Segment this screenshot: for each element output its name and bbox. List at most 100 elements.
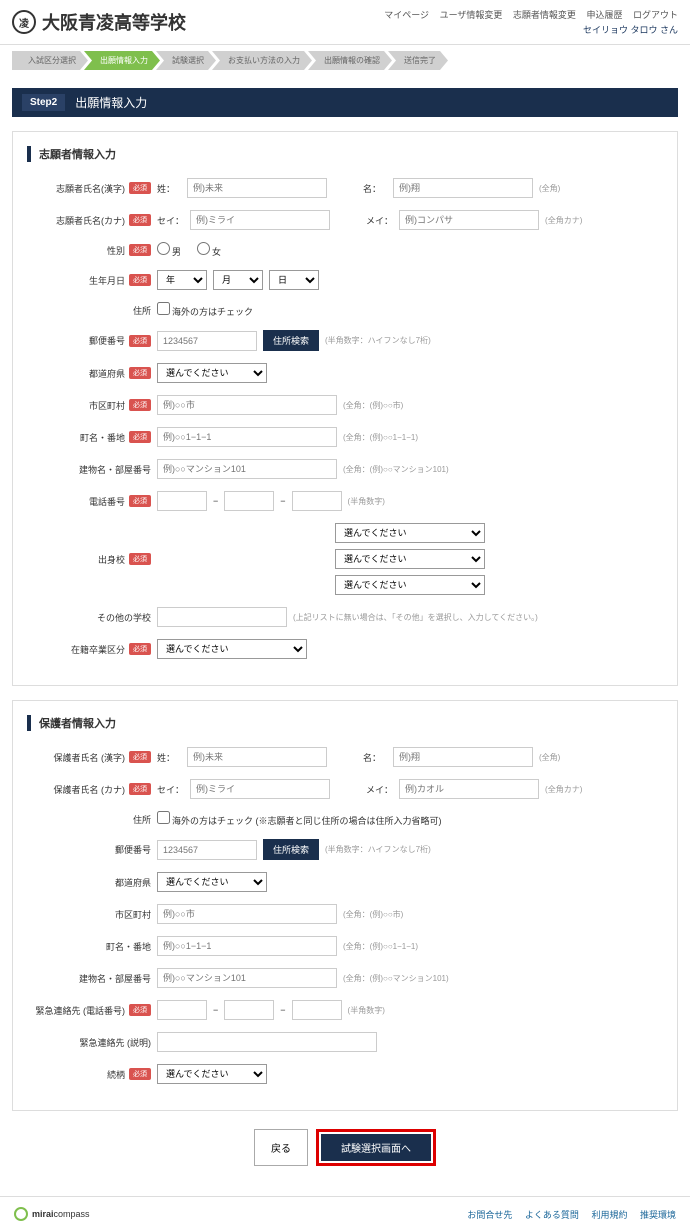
enrollment-label: 在籍卒業区分 [71,643,125,656]
required-badge: 必須 [129,399,151,411]
footer-faq[interactable]: よくある質問 [525,1210,579,1220]
mei-kana-input[interactable] [399,210,539,230]
school-name: 大阪青凌高等学校 [42,9,186,35]
footer-env[interactable]: 推奨環境 [640,1210,676,1220]
g-relation-select[interactable]: 選んでください [157,1064,267,1084]
step-2: 出願情報入力 [84,51,160,70]
mei-input[interactable] [393,178,533,198]
tel3-input[interactable] [292,491,342,511]
zip-input[interactable] [157,331,257,351]
next-button-highlight: 試験選択画面へ [316,1129,436,1166]
step-1: 入試区分選択 [12,51,88,70]
birth-day-select[interactable]: 日 [269,270,319,290]
g-overseas-checkbox[interactable] [157,811,170,824]
g-sei-kana-input[interactable] [190,779,330,799]
zip-hint: (半角数字：ハイフンなし7桁) [325,335,431,346]
step-3: 試験選択 [156,51,216,70]
overseas-checkbox[interactable] [157,302,170,315]
required-badge: 必須 [129,1068,151,1080]
footer-terms[interactable]: 利用規約 [591,1210,627,1220]
g-city-input[interactable] [157,904,337,924]
required-badge: 必須 [129,1004,151,1016]
g-town-label: 町名・番地 [106,940,151,953]
g-mei-kana-input[interactable] [399,779,539,799]
city-hint: (全角：(例)○○市) [343,400,403,411]
nav-applicant-edit[interactable]: 志願者情報変更 [513,10,576,20]
g-pref-label: 都道府県 [115,876,151,889]
step-progress: 入試区分選択 出願情報入力 試験選択 お支払い方法の入力 出願情報の確認 送信完… [0,45,690,76]
g-desc-label: 緊急連絡先 (説明) [80,1036,152,1049]
g-tel3-input[interactable] [292,1000,342,1020]
required-badge: 必須 [129,783,151,795]
g-sei-input[interactable] [187,747,327,767]
step-number: Step2 [22,94,65,111]
zip-search-button[interactable]: 住所検索 [263,330,319,351]
g-zip-search-button[interactable]: 住所検索 [263,839,319,860]
school-select-3[interactable]: 選んでください [335,575,485,595]
guardian-panel-title: 保護者情報入力 [27,715,663,731]
footer: miraicompass お問合せ先 よくある質問 利用規約 推奨環境 [0,1196,690,1231]
sei-kana-input[interactable] [190,210,330,230]
footer-contact[interactable]: お問合せ先 [467,1210,512,1220]
g-zip-input[interactable] [157,840,257,860]
gender-male-radio[interactable] [157,242,170,255]
city-input[interactable] [157,395,337,415]
zip-label: 郵便番号 [89,334,125,347]
gender-label: 性別 [107,244,125,257]
g-pref-select[interactable]: 選んでください [157,872,267,892]
g-tel2-input[interactable] [224,1000,274,1020]
building-hint: (全角：(例)○○マンション101) [343,464,449,475]
school-logo-icon: 凌 [12,10,36,34]
school-select-2[interactable]: 選んでください [335,549,485,569]
name-kanji-label: 志願者氏名(漢字) [56,182,125,195]
pref-label: 都道府県 [89,367,125,380]
other-school-hint: (上記リストに無い場合は、「その他」を選択し、入力してください。) [293,612,538,623]
town-hint: (全角：(例)○○1−1−1) [343,432,418,443]
guardian-panel: 保護者情報入力 保護者氏名 (漢字)必須 姓： 名： (全角) 保護者氏名 (カ… [12,700,678,1111]
sei-kana-label: セイ： [157,214,184,227]
required-badge: 必須 [129,431,151,443]
sei-label: 姓： [157,182,181,195]
gender-female-radio[interactable] [197,242,210,255]
g-building-input[interactable] [157,968,337,988]
applicant-panel-title: 志願者情報入力 [27,146,663,162]
nav-history[interactable]: 申込履歴 [586,10,622,20]
school-select-1[interactable]: 選んでください [335,523,485,543]
building-input[interactable] [157,459,337,479]
tel1-input[interactable] [157,491,207,511]
g-name-kana-label: 保護者氏名 (カナ) [54,783,126,796]
g-tel-label: 緊急連絡先 (電話番号) [36,1004,126,1017]
required-badge: 必須 [129,367,151,379]
required-badge: 必須 [129,643,151,655]
birth-year-select[interactable]: 年 [157,270,207,290]
g-town-input[interactable] [157,936,337,956]
nav-mypage[interactable]: マイページ [384,10,429,20]
birth-label: 生年月日 [89,274,125,287]
enrollment-select[interactable]: 選んでください [157,639,307,659]
g-desc-input[interactable] [157,1032,377,1052]
nav-logout[interactable]: ログアウト [633,10,678,20]
g-relation-label: 続柄 [107,1068,125,1081]
mei-label: 名： [363,182,387,195]
other-school-input[interactable] [157,607,287,627]
nav-user-edit[interactable]: ユーザ情報変更 [440,10,503,20]
birth-month-select[interactable]: 月 [213,270,263,290]
other-school-label: その他の学校 [97,611,151,624]
pref-select[interactable]: 選んでください [157,363,267,383]
miraicompass-logo-icon [14,1207,28,1221]
next-button[interactable]: 試験選択画面へ [321,1134,431,1161]
tel2-input[interactable] [224,491,274,511]
step-5: 出願情報の確認 [308,51,392,70]
school-label: 出身校 [98,553,125,566]
g-addr-label: 住所 [133,813,151,826]
step-title: 出願情報入力 [75,94,147,111]
required-badge: 必須 [129,214,151,226]
g-tel1-input[interactable] [157,1000,207,1020]
sei-input[interactable] [187,178,327,198]
g-mei-input[interactable] [393,747,533,767]
building-label: 建物名・部屋番号 [79,463,151,476]
name-hint: (全角) [539,183,560,194]
back-button[interactable]: 戻る [254,1129,308,1166]
user-name: セイリョウ タロウ さん [376,23,678,36]
town-input[interactable] [157,427,337,447]
